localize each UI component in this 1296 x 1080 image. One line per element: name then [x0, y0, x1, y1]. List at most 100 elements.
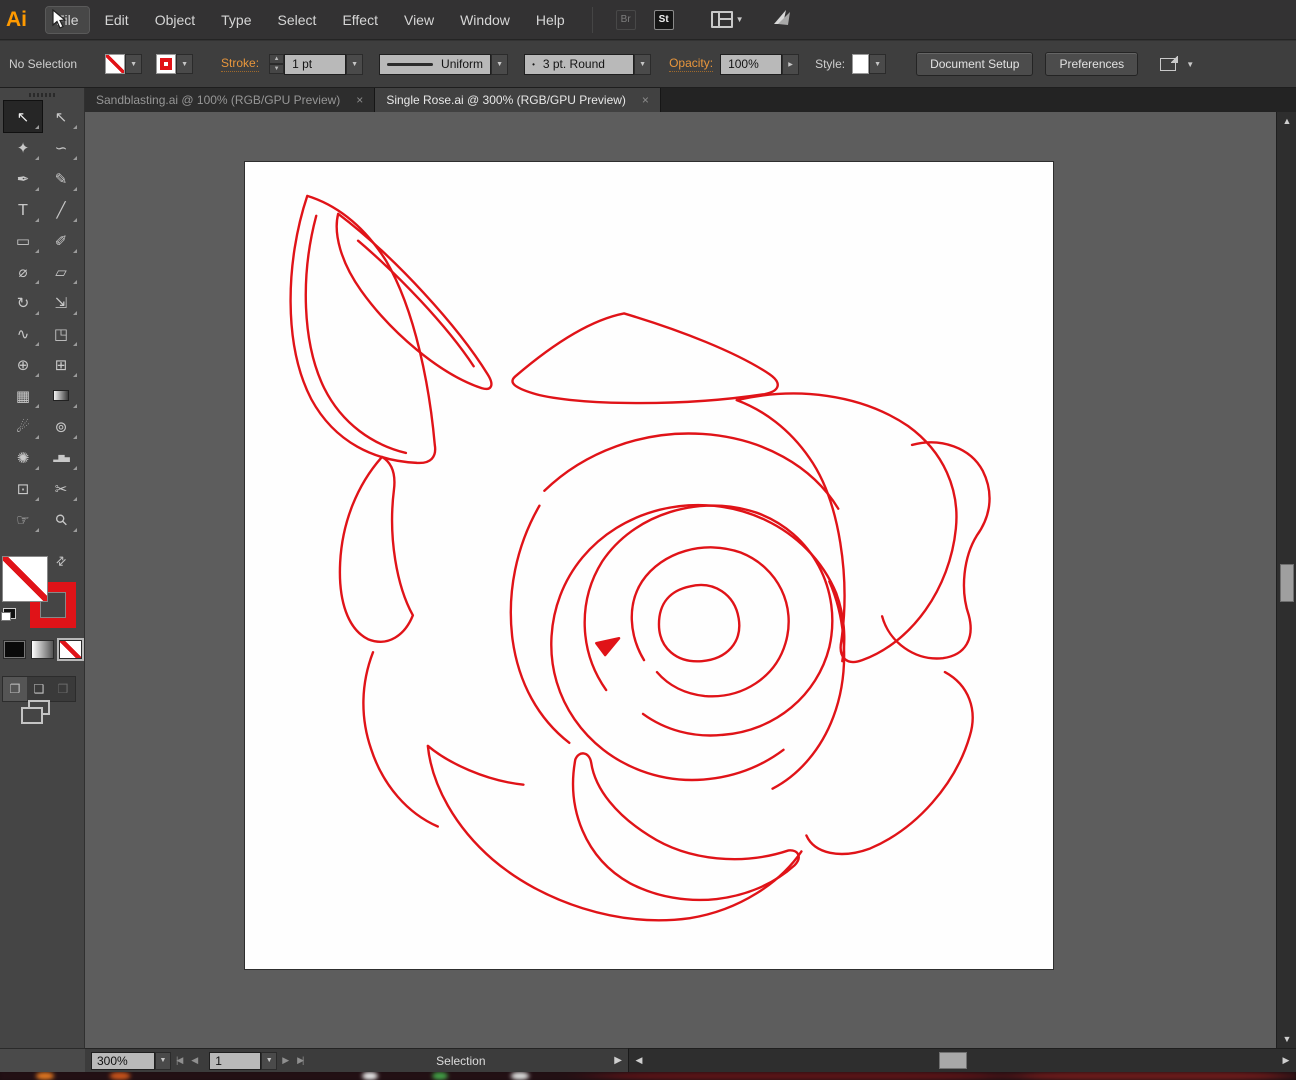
- eraser-tool[interactable]: ▱: [42, 256, 80, 287]
- perspective-grid-tool[interactable]: ⊞: [42, 349, 80, 380]
- draw-inside-icon[interactable]: ❒: [51, 682, 75, 696]
- direct-selection-tool[interactable]: ↖: [42, 101, 80, 132]
- artboard-dropdown-icon[interactable]: ▼: [261, 1052, 277, 1070]
- menu-view[interactable]: View: [394, 7, 444, 33]
- horizontal-scroll-thumb[interactable]: [939, 1052, 967, 1069]
- scroll-down-icon[interactable]: ▼: [1277, 1030, 1296, 1048]
- control-more-dropdown-icon[interactable]: ▼: [1186, 60, 1194, 69]
- scroll-up-icon[interactable]: ▲: [1277, 112, 1296, 130]
- stepper-down-icon[interactable]: ▼: [269, 64, 284, 74]
- stroke-swatch[interactable]: [156, 54, 176, 74]
- none-mode-button[interactable]: [59, 640, 82, 659]
- shape-builder-tool[interactable]: ⊕: [4, 349, 42, 380]
- zoom-level-field[interactable]: 300%: [91, 1052, 155, 1070]
- next-artboard-icon[interactable]: ▶: [282, 1055, 287, 1066]
- width-profile-dropdown-icon[interactable]: ▼: [491, 54, 508, 75]
- opacity-field[interactable]: 100%: [720, 54, 782, 75]
- menu-object[interactable]: Object: [145, 7, 205, 33]
- stroke-panel-link[interactable]: Stroke:: [221, 56, 259, 72]
- curvature-tool[interactable]: ✎: [42, 163, 80, 194]
- tab-sandblasting[interactable]: Sandblasting.ai @ 100% (RGB/GPU Preview)…: [85, 88, 375, 112]
- scale-tool[interactable]: ⇲: [42, 287, 80, 318]
- menu-edit[interactable]: Edit: [95, 7, 139, 33]
- first-artboard-icon[interactable]: |◀: [176, 1055, 181, 1066]
- width-profile-field[interactable]: Uniform: [379, 54, 491, 75]
- brush-dropdown-icon[interactable]: ▼: [634, 54, 651, 75]
- canvas-pasteboard[interactable]: [85, 112, 1276, 1048]
- gradient-mode-button[interactable]: [31, 640, 54, 659]
- menu-separator: [592, 7, 593, 33]
- scroll-left-icon[interactable]: ◀: [629, 1049, 649, 1072]
- selection-tool[interactable]: ↖: [4, 101, 42, 132]
- menu-type[interactable]: Type: [211, 7, 261, 33]
- tab-single-rose[interactable]: Single Rose.ai @ 300% (RGB/GPU Preview) …: [375, 88, 661, 112]
- document-setup-button[interactable]: Document Setup: [916, 52, 1033, 76]
- fill-dropdown-icon[interactable]: ▼: [125, 54, 142, 74]
- rotate-tool[interactable]: ↻: [4, 287, 42, 318]
- artboard-tool[interactable]: ⊡: [4, 473, 42, 504]
- swap-fill-stroke-icon[interactable]: ⇄: [53, 552, 70, 569]
- menu-select[interactable]: Select: [268, 7, 327, 33]
- bridge-icon[interactable]: Br: [616, 10, 636, 30]
- panel-grip[interactable]: [0, 88, 84, 101]
- blend-tool[interactable]: ⊚: [42, 411, 80, 442]
- change-screen-mode-icon[interactable]: [28, 700, 50, 715]
- scroll-right-icon[interactable]: ▶: [1276, 1049, 1296, 1072]
- status-mode-arrow-icon[interactable]: ▶: [614, 1055, 622, 1066]
- column-graph-tool[interactable]: ▂▆▄: [42, 442, 80, 473]
- opacity-panel-link[interactable]: Opacity:: [669, 56, 713, 72]
- draw-normal-icon[interactable]: ❐: [3, 677, 27, 701]
- hand-tool[interactable]: ☞: [4, 504, 42, 535]
- stroke-dropdown-icon[interactable]: ▼: [176, 54, 193, 74]
- free-transform-tool[interactable]: ◳: [42, 318, 80, 349]
- fill-color-well[interactable]: [2, 556, 48, 602]
- stroke-weight-field[interactable]: 1 pt: [284, 54, 346, 75]
- slice-tool[interactable]: ✂: [42, 473, 80, 504]
- last-artboard-icon[interactable]: ▶|: [297, 1055, 302, 1066]
- shaper-tool[interactable]: ⌀: [4, 256, 42, 287]
- type-tool[interactable]: T: [4, 194, 42, 225]
- preferences-button[interactable]: Preferences: [1045, 52, 1138, 76]
- menu-window[interactable]: Window: [450, 7, 520, 33]
- stepper-up-icon[interactable]: ▲: [269, 54, 284, 64]
- prev-artboard-icon[interactable]: ◀: [191, 1055, 196, 1066]
- tab-close-icon[interactable]: ×: [642, 93, 649, 107]
- pen-tool[interactable]: ✒: [4, 163, 42, 194]
- color-mode-button[interactable]: [3, 640, 26, 659]
- vertical-scroll-thumb[interactable]: [1280, 564, 1294, 602]
- line-segment-tool[interactable]: ╱: [42, 194, 80, 225]
- lasso-tool[interactable]: ∽: [42, 132, 80, 163]
- draw-behind-icon[interactable]: ❑: [27, 682, 51, 696]
- opacity-arrow-icon[interactable]: ▶: [782, 54, 799, 75]
- paintbrush-tool[interactable]: ✐: [42, 225, 80, 256]
- horizontal-scrollbar[interactable]: ◀ ▶: [628, 1048, 1296, 1072]
- rectangle-tool[interactable]: ▭: [4, 225, 42, 256]
- zoom-dropdown-icon[interactable]: ▼: [155, 1052, 171, 1070]
- menu-effect[interactable]: Effect: [332, 7, 388, 33]
- workspace-layout-icon[interactable]: [711, 11, 733, 28]
- gradient-tool[interactable]: [42, 380, 80, 411]
- menu-file[interactable]: File: [46, 7, 89, 33]
- magic-wand-tool[interactable]: ✦: [4, 132, 42, 163]
- tab-close-icon[interactable]: ×: [356, 93, 363, 107]
- zoom-tool[interactable]: ⚲: [42, 504, 80, 535]
- width-tool[interactable]: ∿: [4, 318, 42, 349]
- fill-swatch[interactable]: [105, 54, 125, 74]
- isolate-selection-icon[interactable]: [1160, 58, 1176, 71]
- workspace-dropdown-icon[interactable]: ▼: [736, 15, 744, 24]
- symbol-sprayer-tool[interactable]: ✺: [4, 442, 42, 473]
- default-fill-stroke-icon[interactable]: [3, 608, 16, 619]
- mesh-tool[interactable]: ▦: [4, 380, 42, 411]
- artboard[interactable]: [244, 161, 1054, 970]
- style-dropdown-icon[interactable]: ▼: [869, 54, 886, 74]
- brush-definition-field[interactable]: • 3 pt. Round: [524, 54, 634, 75]
- taskbar-icons-blur: [0, 1072, 1296, 1080]
- menu-help[interactable]: Help: [526, 7, 575, 33]
- style-swatch[interactable]: [852, 54, 869, 74]
- eyedropper-tool[interactable]: ☄: [4, 411, 42, 442]
- vertical-scrollbar[interactable]: ▲ ▼: [1276, 112, 1296, 1048]
- stroke-weight-dropdown-icon[interactable]: ▼: [346, 54, 363, 75]
- stock-icon[interactable]: St: [654, 10, 674, 30]
- stroke-weight-stepper[interactable]: ▲ ▼: [269, 54, 284, 74]
- artboard-number-field[interactable]: 1: [209, 1052, 261, 1070]
